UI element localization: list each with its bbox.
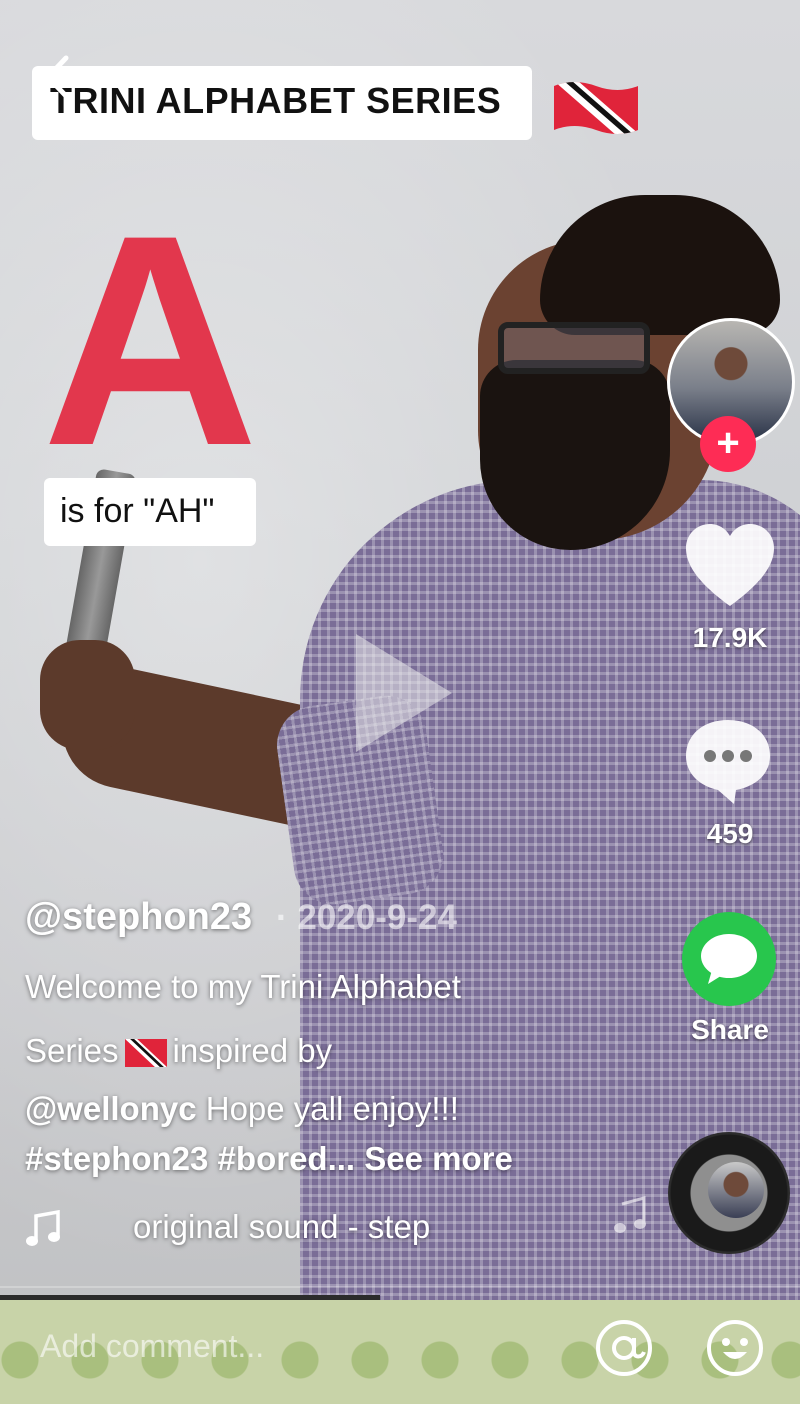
creator-username[interactable]: @stephon23 (25, 896, 252, 939)
play-icon[interactable] (348, 628, 458, 758)
mention-link[interactable]: @wellonyc (25, 1090, 197, 1127)
music-note-icon (26, 1210, 60, 1246)
trinidad-flag-icon (124, 1039, 167, 1068)
floating-music-note-icon (614, 1196, 646, 1233)
comment-count: 459 (706, 818, 754, 849)
title-overlay-text: TRINI ALPHABET SERIES (50, 80, 502, 121)
music-disc-cover (708, 1162, 764, 1218)
share-label: Share (691, 1014, 769, 1045)
description-line-1: Welcome to my Trini Alphabet (25, 968, 461, 1005)
description-line-4: #stephon23 #bored... See more (25, 1140, 513, 1178)
post-date: · 2020-9-24 (276, 898, 457, 937)
caption-overlay-text: is for "AH" (60, 492, 215, 530)
description-text: inspired by (172, 1032, 333, 1069)
share-button[interactable] (682, 912, 776, 1006)
alphabet-letter: A (42, 172, 259, 508)
hashtags-link[interactable]: #stephon23 #bored... (25, 1140, 355, 1177)
description-line-2: Series inspired by (25, 1032, 332, 1070)
back-arrow-icon[interactable] (38, 52, 78, 102)
heart-icon[interactable] (684, 522, 776, 612)
comment-input[interactable] (38, 1322, 562, 1370)
description-text: Hope yall enjoy!!! (196, 1090, 459, 1127)
comment-bubble-icon[interactable] (682, 716, 774, 806)
share-message-icon (701, 934, 757, 984)
sound-name[interactable]: original sound - step (133, 1208, 430, 1246)
description-line-3: @wellonyc Hope yall enjoy!!! (25, 1090, 459, 1128)
video-screen[interactable]: TRINI ALPHABET SERIES A is for "AH" + 17… (0, 0, 800, 1404)
description-text: Series (25, 1032, 119, 1069)
emoji-icon[interactable] (705, 1318, 765, 1378)
at-sign-icon[interactable] (594, 1318, 654, 1378)
person-hand (40, 640, 135, 750)
divider (0, 1286, 800, 1288)
trinidad-flag-icon (554, 82, 638, 134)
like-count: 17.9K (692, 622, 768, 653)
follow-button[interactable]: + (700, 416, 756, 472)
see-more-link[interactable]: See more (364, 1140, 513, 1177)
person-glasses (498, 322, 650, 374)
